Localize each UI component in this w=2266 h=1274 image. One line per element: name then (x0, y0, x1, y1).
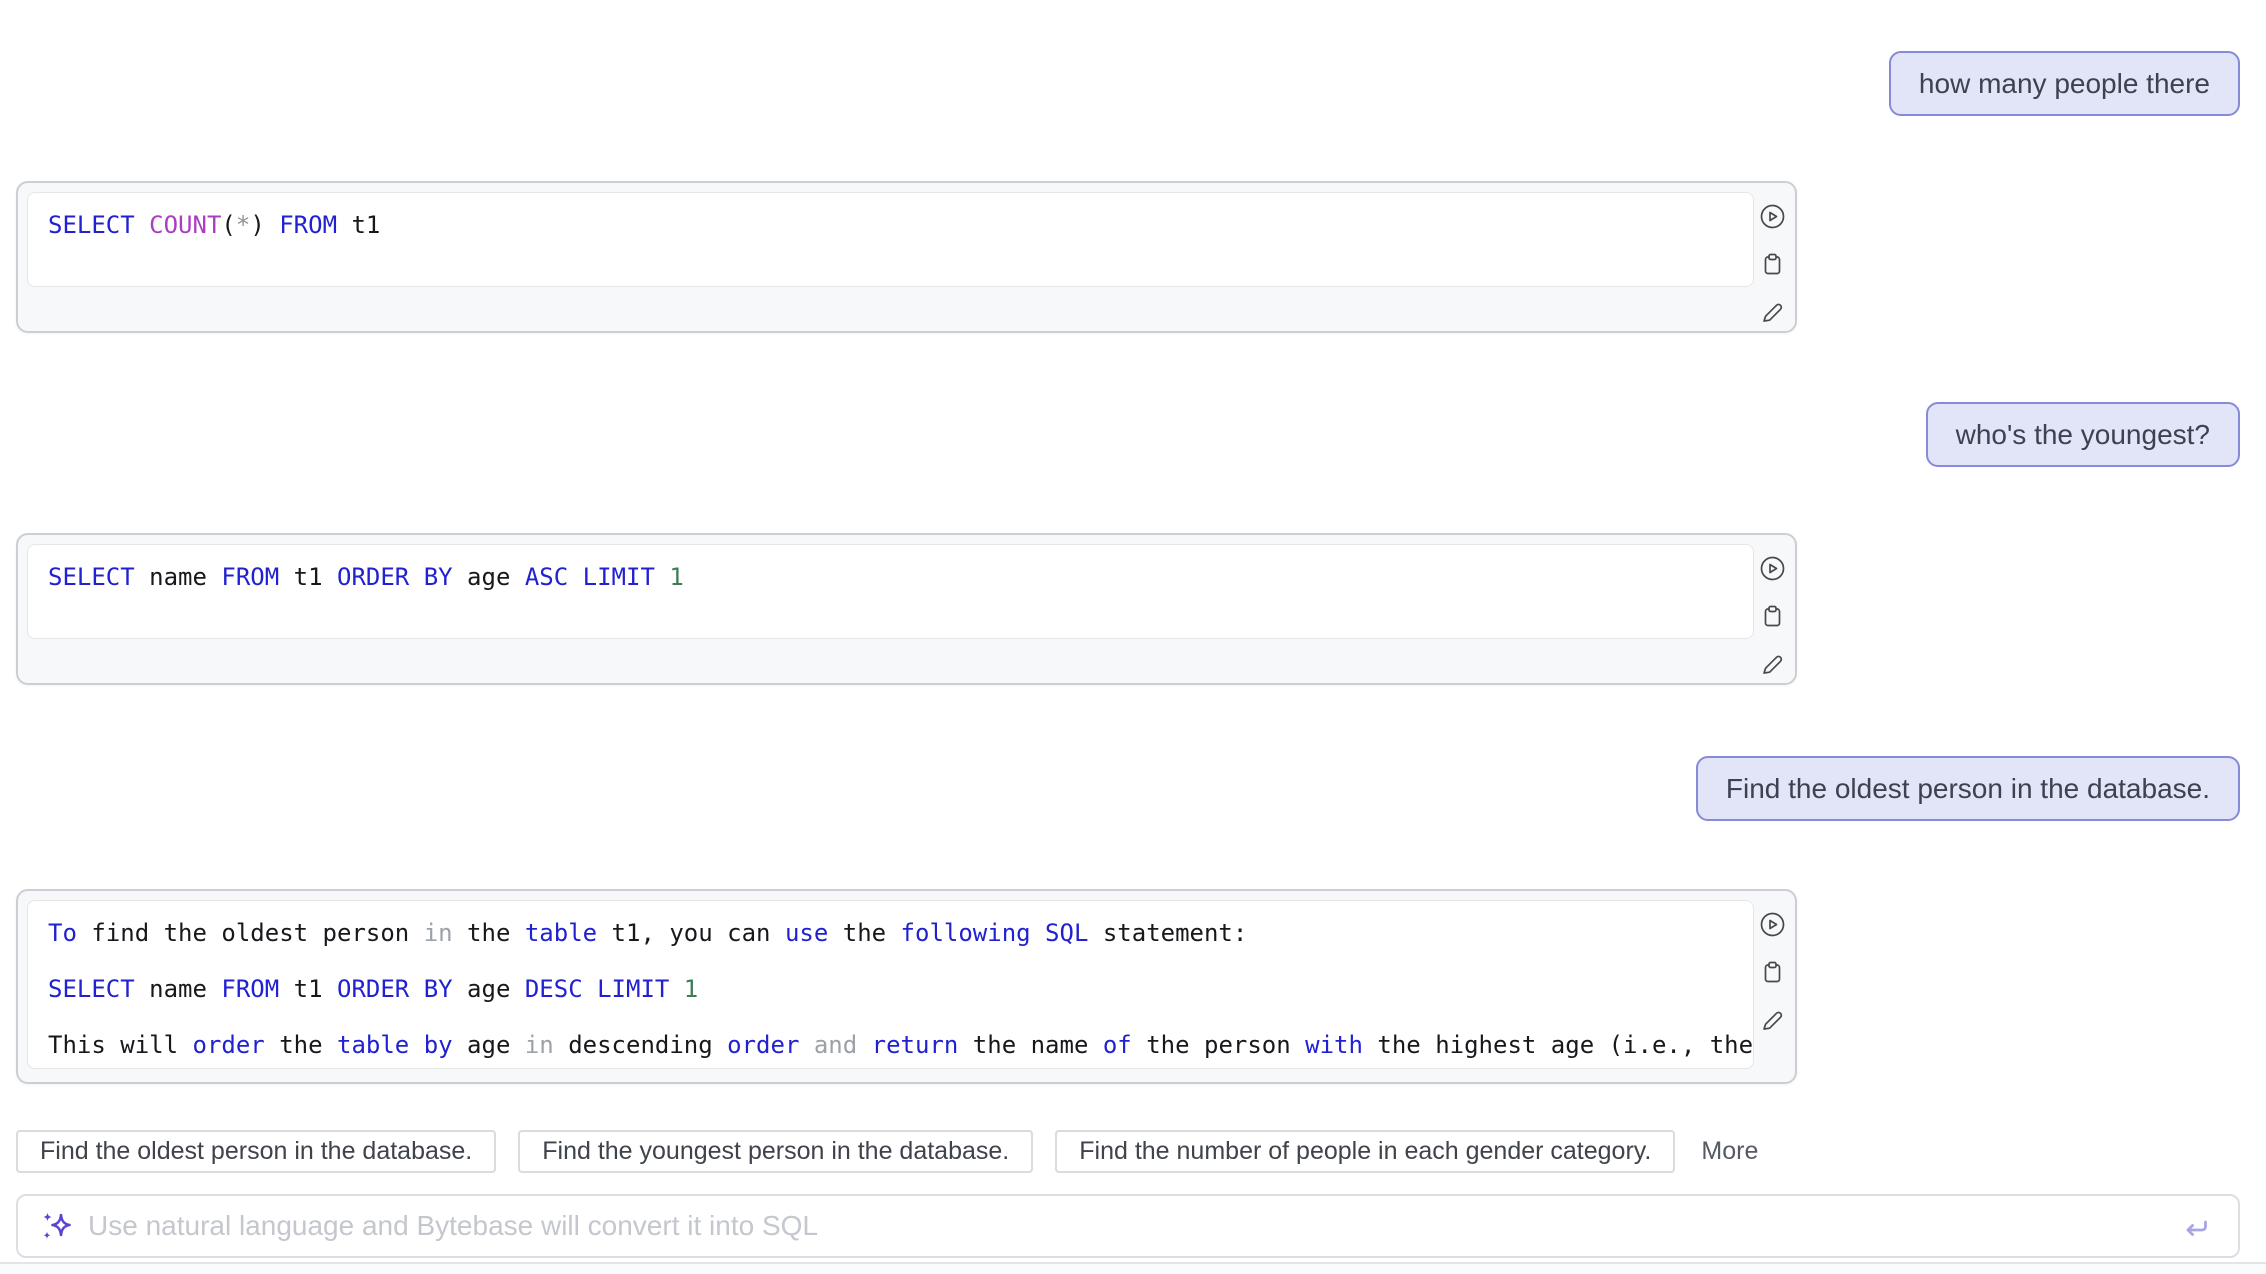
user-message-bubble: how many people there (1889, 51, 2240, 116)
run-sql-button[interactable] (1759, 555, 1786, 582)
copy-sql-button[interactable] (1759, 251, 1786, 278)
sql-code-line: SELECT name FROM t1 ORDER BY age DESC LI… (48, 970, 1733, 1008)
sparkles-icon (38, 1208, 74, 1244)
chat-page: how many people there SELECT COUNT(*) FR… (0, 0, 2266, 1274)
sql-result-block: To find the oldest person in the table t… (16, 889, 1797, 1084)
user-message-text: Find the oldest person in the database. (1726, 773, 2210, 805)
play-circle-icon (1759, 911, 1786, 938)
suggestion-chip-oldest[interactable]: Find the oldest person in the database. (16, 1130, 496, 1173)
answer-text-line: To find the oldest person in the table t… (48, 914, 1733, 952)
natural-language-input[interactable] (88, 1210, 2180, 1242)
user-message-text: how many people there (1919, 68, 2210, 100)
copy-sql-button[interactable] (1759, 603, 1786, 630)
suggestion-chip-gender-count[interactable]: Find the number of people in each gender… (1055, 1130, 1675, 1173)
copy-sql-button[interactable] (1759, 959, 1786, 986)
clipboard-icon (1759, 959, 1786, 986)
answer-text-line: This will order the table by age in desc… (48, 1026, 1733, 1064)
sql-code-line: SELECT name FROM t1 ORDER BY age ASC LIM… (48, 558, 1733, 596)
composer-bar (16, 1194, 2240, 1258)
sql-result-block: SELECT COUNT(*) FROM t1 (16, 181, 1797, 333)
play-circle-icon (1759, 555, 1786, 582)
user-message-bubble: Find the oldest person in the database. (1696, 756, 2240, 821)
sql-code-area: To find the oldest person in the table t… (27, 900, 1754, 1069)
sql-code-area: SELECT name FROM t1 ORDER BY age ASC LIM… (27, 544, 1754, 639)
clipboard-icon (1759, 251, 1786, 278)
more-suggestions-link[interactable]: More (1701, 1137, 1758, 1166)
edit-sql-button[interactable] (1759, 651, 1786, 678)
sql-code-area: SELECT COUNT(*) FROM t1 (27, 192, 1754, 287)
sql-action-column (1754, 203, 1790, 326)
edit-sql-button[interactable] (1759, 1007, 1786, 1034)
run-sql-button[interactable] (1759, 203, 1786, 230)
play-circle-icon (1759, 203, 1786, 230)
suggestion-chips-row: Find the oldest person in the database. … (16, 1130, 1758, 1173)
suggestion-chip-youngest[interactable]: Find the youngest person in the database… (518, 1130, 1033, 1173)
pencil-icon (1759, 1007, 1786, 1034)
sql-action-column (1754, 555, 1790, 678)
run-sql-button[interactable] (1759, 911, 1786, 938)
user-message-text: who's the youngest? (1956, 419, 2210, 451)
sql-action-column (1754, 911, 1790, 1034)
return-arrow-icon[interactable] (2180, 1210, 2212, 1242)
bottom-divider (0, 1262, 2266, 1274)
sql-code-line: SELECT COUNT(*) FROM t1 (48, 206, 1733, 244)
user-message-bubble: who's the youngest? (1926, 402, 2240, 467)
pencil-icon (1759, 299, 1786, 326)
pencil-icon (1759, 651, 1786, 678)
clipboard-icon (1759, 603, 1786, 630)
sql-result-block: SELECT name FROM t1 ORDER BY age ASC LIM… (16, 533, 1797, 685)
edit-sql-button[interactable] (1759, 299, 1786, 326)
